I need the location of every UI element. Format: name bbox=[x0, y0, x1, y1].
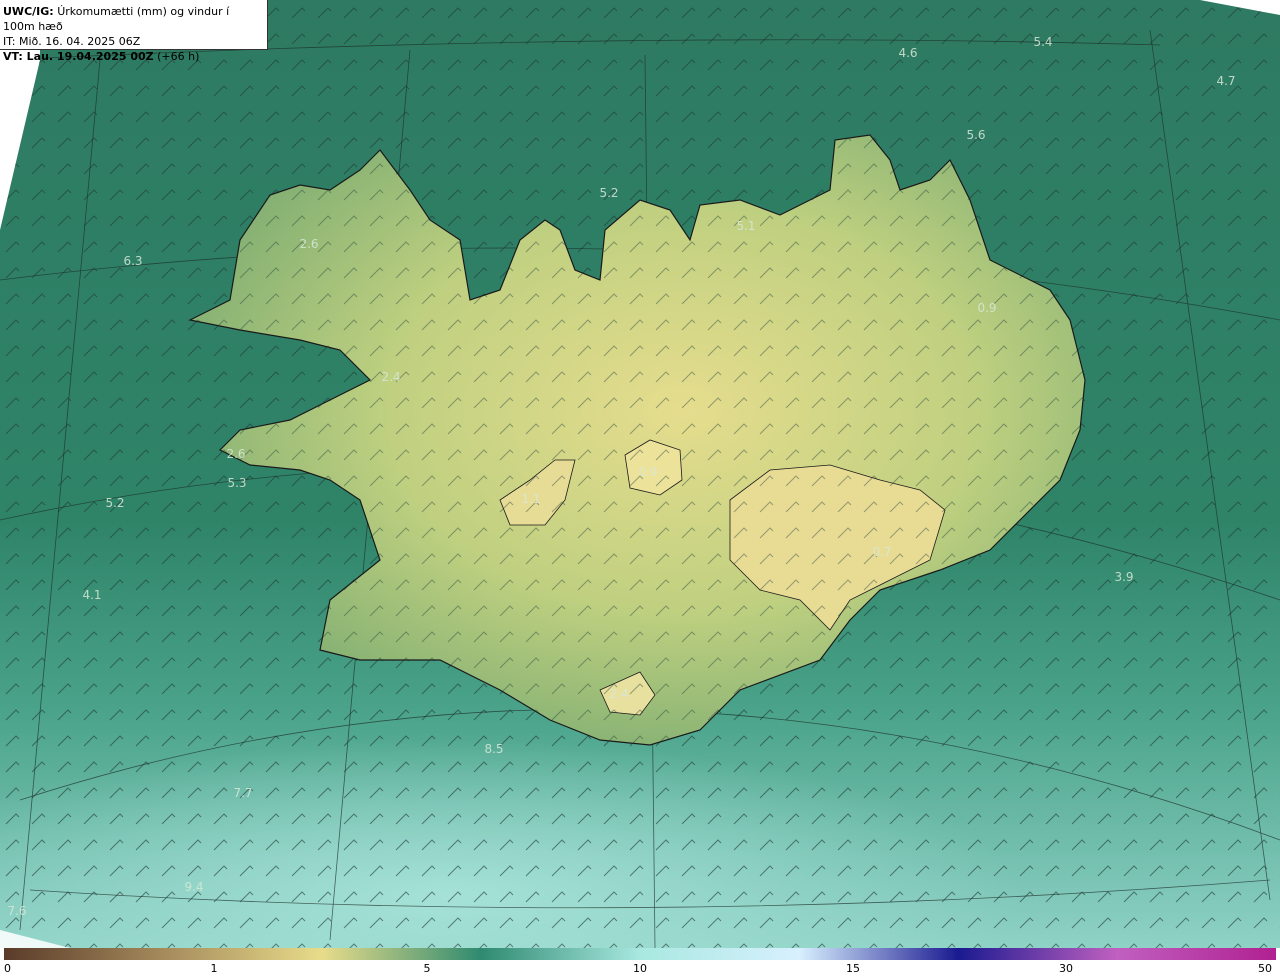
map-value-label: 5.2 bbox=[105, 496, 124, 510]
colorbar-tick-label: 15 bbox=[846, 962, 860, 975]
map-value-label: 1.1 bbox=[521, 492, 540, 506]
map-value-label: 2.4 bbox=[381, 370, 400, 384]
valid-time: VT: Lau. 19.04.2025 00Z bbox=[3, 50, 154, 63]
map-value-label: 2.4 bbox=[609, 687, 628, 701]
valid-offset: (+66 h) bbox=[157, 50, 200, 63]
map-value-label: 0.9 bbox=[977, 301, 996, 315]
map-value-label: 7.6 bbox=[7, 904, 26, 918]
map-value-label: 4.1 bbox=[82, 588, 101, 602]
colorbar-tick-label: 50 bbox=[1258, 962, 1272, 975]
colorbar bbox=[4, 948, 1276, 960]
map-value-label: 5.6 bbox=[966, 128, 985, 142]
map-value-label: 4.7 bbox=[1216, 74, 1235, 88]
map-value-label: 5.4 bbox=[1033, 35, 1052, 49]
map-value-label: 7.7 bbox=[233, 786, 252, 800]
map-value-label: 5.3 bbox=[227, 476, 246, 490]
colorbar-tick-labels: 0 1 5 10 15 30 50 bbox=[0, 962, 1280, 978]
colorbar-tick-label: 0 bbox=[4, 962, 11, 975]
colorbar-tick-label: 1 bbox=[210, 962, 218, 975]
map-value-label: 2.6 bbox=[299, 237, 318, 251]
colorbar-tick-label: 30 bbox=[1059, 962, 1073, 975]
map-value-label: 9.4 bbox=[184, 880, 203, 894]
map-value-label: 8.5 bbox=[484, 742, 503, 756]
issue-time: IT: Mið. 16. 04. 2025 06Z bbox=[3, 35, 141, 48]
precipitation-wind-map[interactable]: 4.6 5.4 4.7 5.6 5.2 5.1 6.3 2.6 2.4 2.6 5.3 5.2 4.1 1… bbox=[0, 0, 1280, 948]
map-value-label: 5.1 bbox=[736, 219, 755, 233]
colorbar-tick-label: 10 bbox=[633, 962, 647, 975]
map-value-label: 4.6 bbox=[898, 46, 917, 60]
colorbar-tick-label: 5 bbox=[423, 962, 431, 975]
map-value-label: 3.9 bbox=[1114, 570, 1133, 584]
map-value-label: 5.2 bbox=[599, 186, 618, 200]
map-value-label: 6.3 bbox=[123, 254, 142, 268]
map-value-label: 0.7 bbox=[872, 545, 891, 559]
map-value-label: 2.6 bbox=[226, 447, 245, 461]
product-name: UWC/IG: bbox=[3, 5, 54, 18]
map-value-label: 0.9 bbox=[638, 465, 657, 479]
map-title-box: UWC/IG: Úrkomumætti (mm) og vindur í 100… bbox=[0, 0, 268, 63]
